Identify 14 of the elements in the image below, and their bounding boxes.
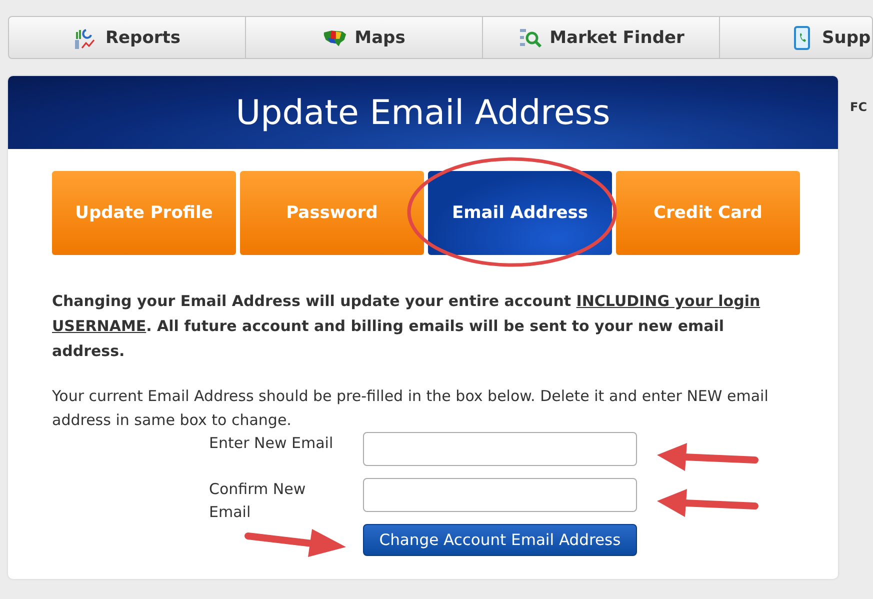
submit-button[interactable]: Change Account Email Address (363, 524, 637, 556)
nav-button[interactable]: Maps (246, 17, 483, 58)
field-label: Enter New Email (209, 433, 334, 454)
side-text: FC (850, 100, 868, 114)
nav-button[interactable]: Market Finder (483, 17, 720, 58)
page-title: Update Email Address (236, 92, 610, 132)
info-text: Your current Email Address should be pre-filled in the box below. Delete it and enter NEW email address in same box to change. (52, 386, 770, 431)
field-label: Confirm New Email (209, 479, 307, 523)
nav-button[interactable]: Reports (9, 17, 246, 58)
tab[interactable]: Email Address (428, 171, 612, 255)
input-field[interactable] (363, 478, 637, 512)
nav-button[interactable]: Supp (720, 17, 872, 58)
input-field[interactable] (363, 432, 637, 466)
notice-text: Changing your Email Address will update your entire account INCLUDING your login USERNAME. All future account and billing emails will be sent to your new email address. (52, 291, 762, 362)
